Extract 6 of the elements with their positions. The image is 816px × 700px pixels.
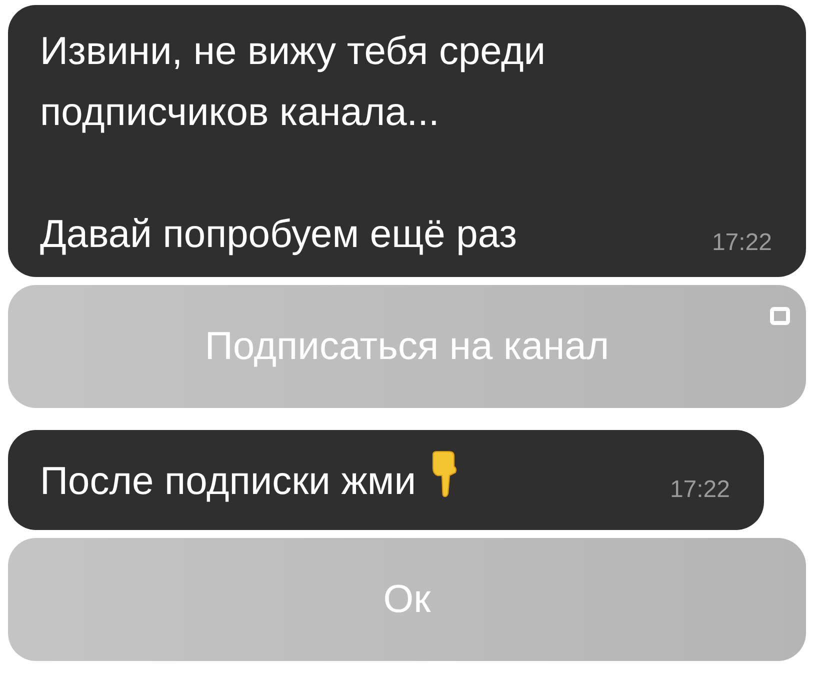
- message-text: После подписки жми: [40, 459, 416, 505]
- inline-button[interactable]: Ок: [8, 538, 806, 661]
- message-text: Извини, не вижу тебя среди подписчиков канала... Давай попробуем ещё раз: [40, 29, 547, 258]
- message-time: 17:22: [670, 476, 730, 504]
- message-time: 17:22: [712, 229, 772, 257]
- inline-button[interactable]: Подписаться на канал: [8, 285, 806, 408]
